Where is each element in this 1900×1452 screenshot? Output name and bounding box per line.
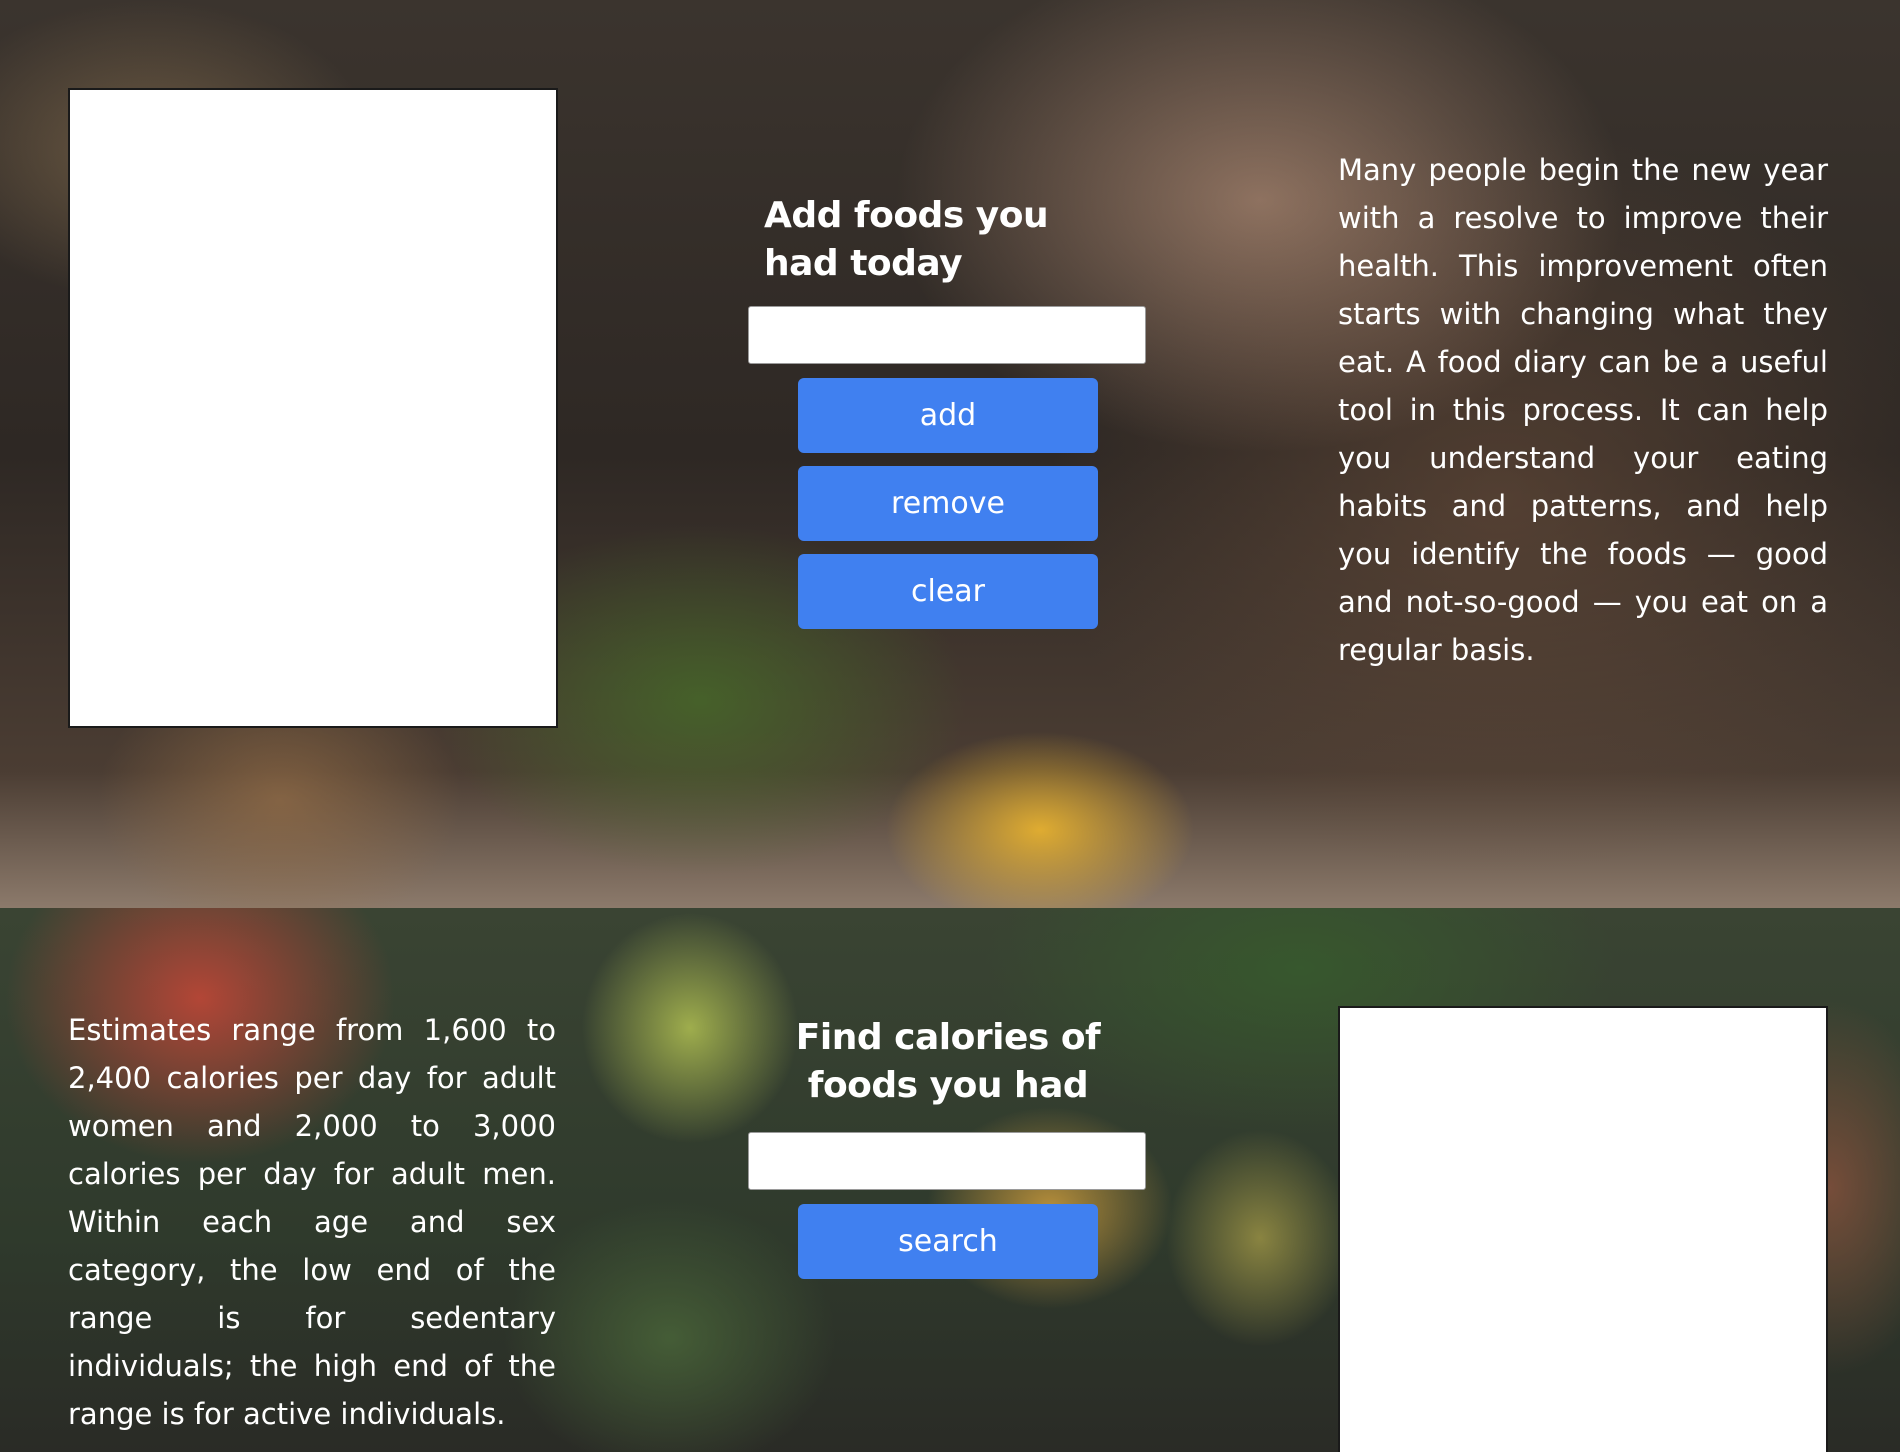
search-button[interactable]: search <box>798 1204 1098 1279</box>
add-button[interactable]: add <box>798 378 1098 453</box>
calorie-estimates-text: Estimates range from 1,600 to 2,400 calo… <box>68 1013 556 1431</box>
find-calories-heading: Find calories of foods you had <box>795 1017 1101 1106</box>
calorie-search-section: Estimates range from 1,600 to 2,400 calo… <box>0 908 1900 1452</box>
food-diary-intro-text: Many people begin the new year with a re… <box>1338 153 1828 667</box>
calorie-results-panel <box>1338 1006 1828 1452</box>
remove-button[interactable]: remove <box>798 466 1098 541</box>
food-list-panel <box>68 88 558 728</box>
add-foods-heading: Add foods you had today <box>764 195 1049 284</box>
food-diary-section: Add foods you had today add remove clear… <box>0 0 1900 908</box>
add-food-input[interactable] <box>748 306 1146 364</box>
calorie-search-input[interactable] <box>748 1132 1146 1190</box>
clear-button[interactable]: clear <box>798 554 1098 629</box>
